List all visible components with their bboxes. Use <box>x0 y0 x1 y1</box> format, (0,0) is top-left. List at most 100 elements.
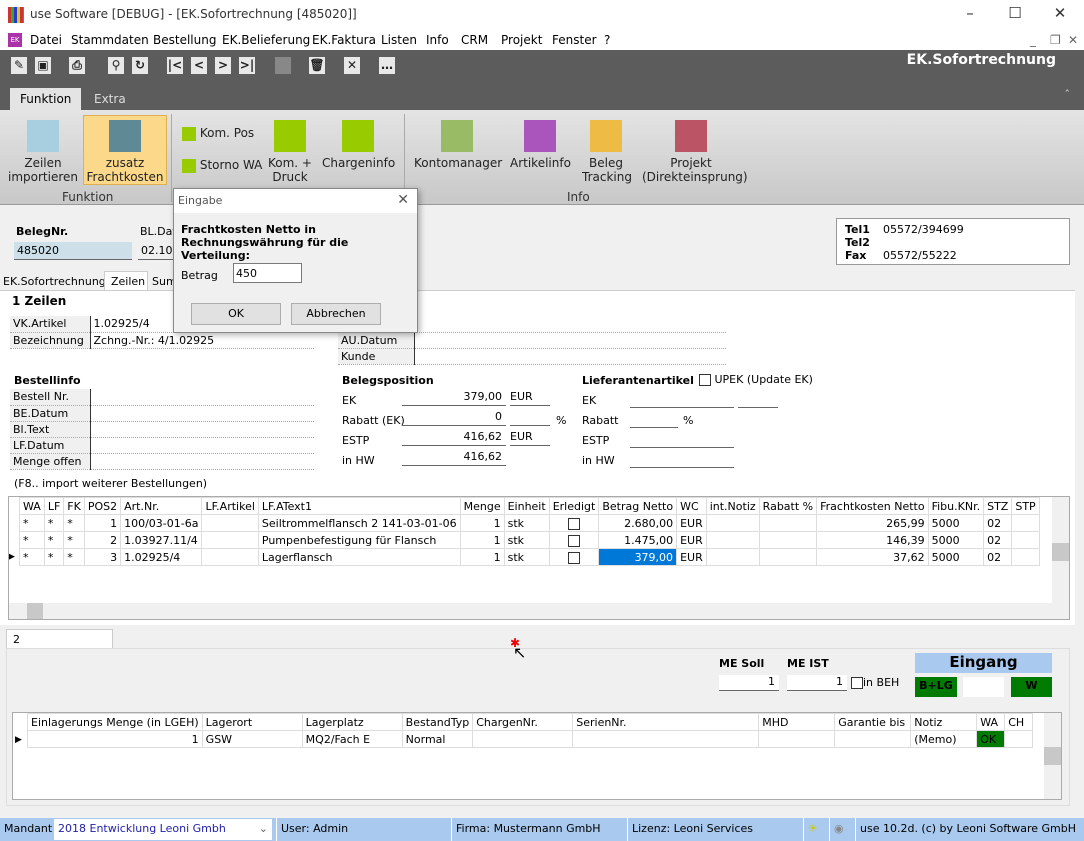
lf-ek-currency[interactable] <box>738 392 778 408</box>
chargeninfo-button[interactable]: Chargeninfo <box>322 120 395 170</box>
minimize-icon[interactable]: – <box>950 4 990 22</box>
table-cell[interactable]: Seiltrommelflansch 2 141-03-01-06 <box>257 514 461 532</box>
tab-funktion[interactable]: Funktion <box>10 88 82 110</box>
dialog-close-icon[interactable]: ✕ <box>397 192 409 208</box>
table-cell[interactable]: 1.03927.11/4 <box>120 531 203 549</box>
tab-zeilen[interactable]: Zeilen <box>104 271 148 291</box>
first-record-icon[interactable]: |< <box>167 57 183 74</box>
table-cell[interactable]: 2.680,00 <box>598 514 678 532</box>
table-cell[interactable] <box>1011 531 1040 549</box>
column-header[interactable]: Lagerplatz <box>301 713 403 731</box>
table-cell[interactable] <box>758 514 818 532</box>
menu-datei[interactable]: Datei <box>30 33 62 47</box>
menu-help[interactable]: ? <box>604 33 610 47</box>
column-header[interactable]: Betrag Netto <box>598 497 678 515</box>
column-header[interactable]: STP <box>1011 497 1040 515</box>
ek-currency[interactable]: EUR <box>510 390 550 406</box>
hw-field[interactable]: 416,62 <box>402 450 506 466</box>
table-cell[interactable] <box>1011 514 1040 532</box>
light-bulb-icon[interactable]: ☀ <box>803 818 829 841</box>
table-cell[interactable]: 1.475,00 <box>598 531 678 549</box>
table-cell[interactable]: * <box>63 514 85 532</box>
column-header[interactable]: ChargenNr. <box>472 713 574 731</box>
table-cell[interactable] <box>758 730 836 748</box>
table-cell[interactable]: stk <box>503 531 550 549</box>
close-icon[interactable]: ✕ <box>1040 4 1080 22</box>
table-cell[interactable] <box>472 730 574 748</box>
column-header[interactable]: BestandTyp <box>401 713 474 731</box>
table-cell[interactable] <box>758 531 818 549</box>
table-cell[interactable]: 100/03-01-6a <box>120 514 203 532</box>
erledigt-checkbox[interactable] <box>548 514 600 532</box>
column-header[interactable]: WA <box>19 497 45 515</box>
rabatt-field[interactable]: 0 <box>402 410 506 426</box>
menu-info[interactable]: Info <box>426 33 449 47</box>
mdi-close-icon[interactable]: ✕ <box>1068 33 1078 47</box>
last-record-icon[interactable]: >| <box>239 57 255 74</box>
table-cell[interactable]: EUR <box>676 514 707 532</box>
search-icon[interactable]: ⚲ <box>108 57 124 74</box>
table-cell[interactable]: * <box>43 531 65 549</box>
table-row[interactable]: * * * 1 100/03-01-6a Seiltrommelflansch 2 141… <box>19 514 1040 532</box>
table-cell[interactable]: * ▶ <box>9 548 45 566</box>
kontomanager-button[interactable]: Kontomanager <box>414 120 502 170</box>
vertical-scrollbar[interactable] <box>1052 497 1069 619</box>
column-header[interactable]: Erledigt <box>548 497 600 515</box>
table-cell[interactable]: stk <box>503 548 550 566</box>
table-cell[interactable]: * <box>19 514 45 532</box>
table-cell[interactable] <box>705 531 760 549</box>
table-cell[interactable]: 3 <box>83 548 122 566</box>
column-header[interactable]: Frachtkosten Netto <box>816 497 929 515</box>
table-cell[interactable]: 2 <box>83 531 122 549</box>
print-icon[interactable]: ⎙ <box>69 57 85 74</box>
table-cell[interactable]: EUR <box>676 548 707 566</box>
lf-estp-field[interactable] <box>630 432 734 448</box>
table-cell[interactable]: (Memo) <box>910 730 978 748</box>
ek-field[interactable]: 379,00 <box>402 390 506 406</box>
upek-checkbox[interactable]: UPEK (Update EK) <box>699 373 813 386</box>
table-cell[interactable] <box>1011 548 1040 566</box>
table-cell[interactable]: OK <box>976 730 1006 748</box>
mdi-minimize-icon[interactable]: _ <box>1030 33 1036 47</box>
table-row[interactable]: * * * 2 1.03927.11/4 Pumpenbefestigung für Fl… <box>19 531 1040 549</box>
table-cell[interactable]: 1.02925/4 <box>120 548 203 566</box>
lf-ek-field[interactable] <box>630 392 734 408</box>
column-header[interactable]: Menge <box>459 497 505 515</box>
menu-ek-belieferung[interactable]: EK.Belieferung <box>222 33 310 47</box>
lf-rabatt-field[interactable] <box>630 412 678 428</box>
edit-icon[interactable]: ✎ <box>11 57 27 74</box>
estp-currency[interactable]: EUR <box>510 430 550 446</box>
table-cell[interactable]: 379,00 <box>598 548 678 566</box>
erledigt-checkbox[interactable] <box>548 531 600 549</box>
column-header[interactable]: Fibu.KNr. <box>927 497 985 515</box>
blg-button[interactable]: B+LG <box>915 677 957 697</box>
table-row[interactable]: 1 GSW MQ2/Fach E Normal (Memo) OK <box>27 730 1034 748</box>
delete-icon[interactable]: 🗑 <box>309 57 325 74</box>
table-cell[interactable]: Lagerflansch <box>257 548 461 566</box>
beleg-tracking-button[interactable]: Beleg Tracking <box>582 120 632 184</box>
table-cell[interactable]: stk <box>503 514 550 532</box>
horizontal-scrollbar[interactable] <box>9 603 1052 619</box>
column-header[interactable]: Einheit <box>503 497 550 515</box>
tab-warenbewegung[interactable]: 2 Warenbewegung <box>6 629 113 659</box>
column-header[interactable]: LF.Artikel <box>201 497 259 515</box>
table-cell[interactable]: 02 <box>983 548 1013 566</box>
table-cell[interactable]: GSW <box>201 730 303 748</box>
belegnr-field[interactable]: 485020 <box>14 242 132 260</box>
column-header[interactable]: WC <box>676 497 707 515</box>
tab-summen[interactable]: Summen <box>152 275 174 288</box>
menu-fenster[interactable]: Fenster <box>552 33 597 47</box>
w-button[interactable]: W <box>1011 677 1052 697</box>
column-header[interactable]: Art.Nr. <box>120 497 203 515</box>
table-cell[interactable] <box>201 548 259 566</box>
table-cell[interactable]: 1 <box>459 514 505 532</box>
tab-extra[interactable]: Extra <box>84 88 136 110</box>
column-header[interactable]: POS2 <box>83 497 122 515</box>
column-header[interactable]: SerienNr. <box>572 713 760 731</box>
table-row[interactable]: * ▶ * * 3 1.02925/4 Lagerflansch 1 stk 379,00 EUR 3… <box>9 548 1040 566</box>
table-cell[interactable] <box>1004 730 1034 748</box>
lf-hw-field[interactable] <box>630 452 734 468</box>
table-cell[interactable] <box>201 514 259 532</box>
table-cell[interactable]: 02 <box>983 514 1013 532</box>
mdi-restore-icon[interactable]: ❐ <box>1050 33 1061 47</box>
